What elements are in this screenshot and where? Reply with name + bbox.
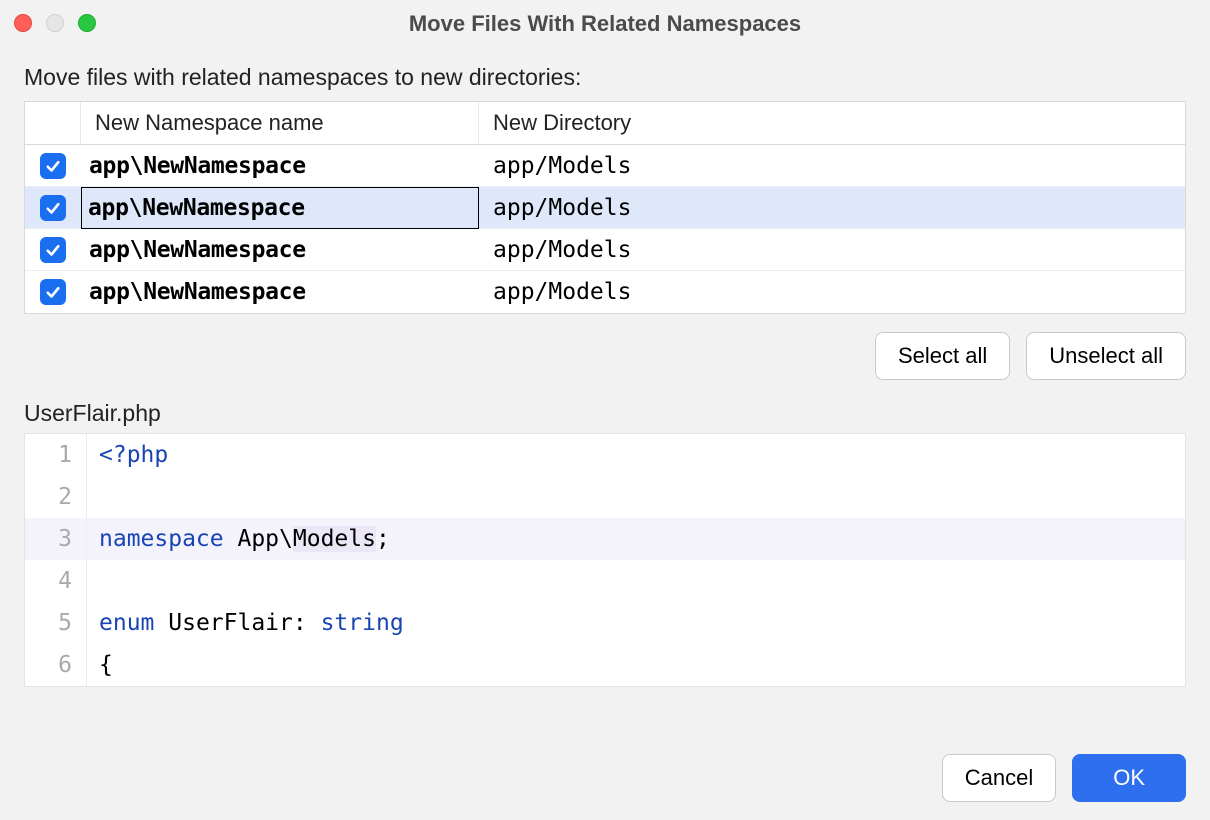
gutter-number: 5 [25,602,87,644]
close-icon[interactable] [14,14,32,32]
directory-cell[interactable]: app/Models [479,195,1185,221]
table-header: New Namespace name New Directory [25,102,1185,145]
code-content: enum UserFlair: string [87,602,404,644]
window-title: Move Files With Related Namespaces [0,1,1210,37]
code-content [87,560,113,602]
col-checkbox [25,102,81,144]
namespace-cell[interactable]: app\NewNamespace [81,237,479,263]
gutter-number: 3 [25,518,87,560]
code-content: <?php [87,434,168,476]
window-controls [14,14,96,32]
table-row[interactable]: app\NewNamespaceapp/Models [25,187,1185,229]
code-preview[interactable]: 1<?php2 3namespace App\Models;4 5enum Us… [24,433,1186,687]
code-line: 5enum UserFlair: string [25,602,1185,644]
row-checkbox[interactable] [40,153,66,179]
row-checkbox-cell [25,153,81,179]
table-row[interactable]: app\NewNamespaceapp/Models [25,271,1185,313]
row-checkbox[interactable] [40,237,66,263]
namespace-cell[interactable]: app\NewNamespace [81,187,479,229]
row-checkbox-cell [25,279,81,305]
namespace-table: New Namespace name New Directory app\New… [24,101,1186,314]
ok-button[interactable]: OK [1072,754,1186,802]
code-content: namespace App\Models; [87,518,390,560]
code-line: 6{ [25,644,1185,686]
code-line: 4 [25,560,1185,602]
row-checkbox[interactable] [40,195,66,221]
select-all-button[interactable]: Select all [875,332,1010,380]
table-body: app\NewNamespaceapp/Modelsapp\NewNamespa… [25,145,1185,313]
row-checkbox[interactable] [40,279,66,305]
code-line: 1<?php [25,434,1185,476]
code-line: 3namespace App\Models; [25,518,1185,560]
selection-button-row: Select all Unselect all [24,332,1186,380]
cancel-button[interactable]: Cancel [942,754,1056,802]
code-line: 2 [25,476,1185,518]
zoom-icon[interactable] [78,14,96,32]
code-content [87,476,113,518]
gutter-number: 6 [25,644,87,686]
namespace-cell[interactable]: app\NewNamespace [81,153,479,179]
minimize-icon[interactable] [46,14,64,32]
move-files-dialog: Move Files With Related Namespaces Move … [0,0,1210,820]
dialog-footer: Cancel OK [0,738,1210,820]
code-content: { [87,644,113,686]
gutter-number: 2 [25,476,87,518]
namespace-cell[interactable]: app\NewNamespace [81,279,479,305]
gutter-number: 1 [25,434,87,476]
preview-filename: UserFlair.php [24,400,1186,427]
table-row[interactable]: app\NewNamespaceapp/Models [25,229,1185,271]
table-row[interactable]: app\NewNamespaceapp/Models [25,145,1185,187]
unselect-all-button[interactable]: Unselect all [1026,332,1186,380]
row-checkbox-cell [25,237,81,263]
col-directory[interactable]: New Directory [479,102,1185,144]
directory-cell[interactable]: app/Models [479,279,1185,305]
titlebar: Move Files With Related Namespaces [0,0,1210,38]
gutter-number: 4 [25,560,87,602]
row-checkbox-cell [25,195,81,221]
directory-cell[interactable]: app/Models [479,237,1185,263]
directory-cell[interactable]: app/Models [479,153,1185,179]
instruction-label: Move files with related namespaces to ne… [24,64,1186,91]
col-namespace[interactable]: New Namespace name [81,102,479,144]
